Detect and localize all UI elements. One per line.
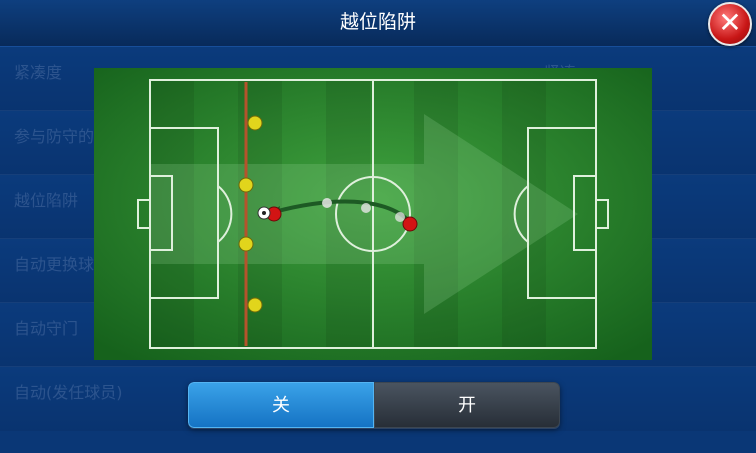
ball-icon	[322, 198, 332, 208]
pitch-diagram	[94, 68, 652, 360]
toggle-on-button[interactable]: 开	[374, 382, 560, 428]
close-button[interactable]: ✕	[708, 2, 752, 46]
tactic-illustration	[94, 68, 652, 360]
ball-icon	[395, 212, 405, 222]
dialog-title-bar: 越位陷阱	[0, 0, 756, 47]
defender-marker	[238, 236, 254, 252]
toggle-off-button[interactable]: 关	[188, 382, 374, 428]
defender-marker	[247, 297, 263, 313]
ball-icon	[361, 203, 371, 213]
dialog-title: 越位陷阱	[339, 11, 416, 33]
defender-marker	[247, 115, 263, 131]
offside-trap-dialog: 越位陷阱 ✕ 关 开	[0, 0, 756, 453]
offside-trap-toggle: 关 开	[188, 382, 560, 428]
attacker-marker	[402, 216, 418, 232]
defender-marker	[238, 177, 254, 193]
close-icon: ✕	[718, 6, 742, 39]
